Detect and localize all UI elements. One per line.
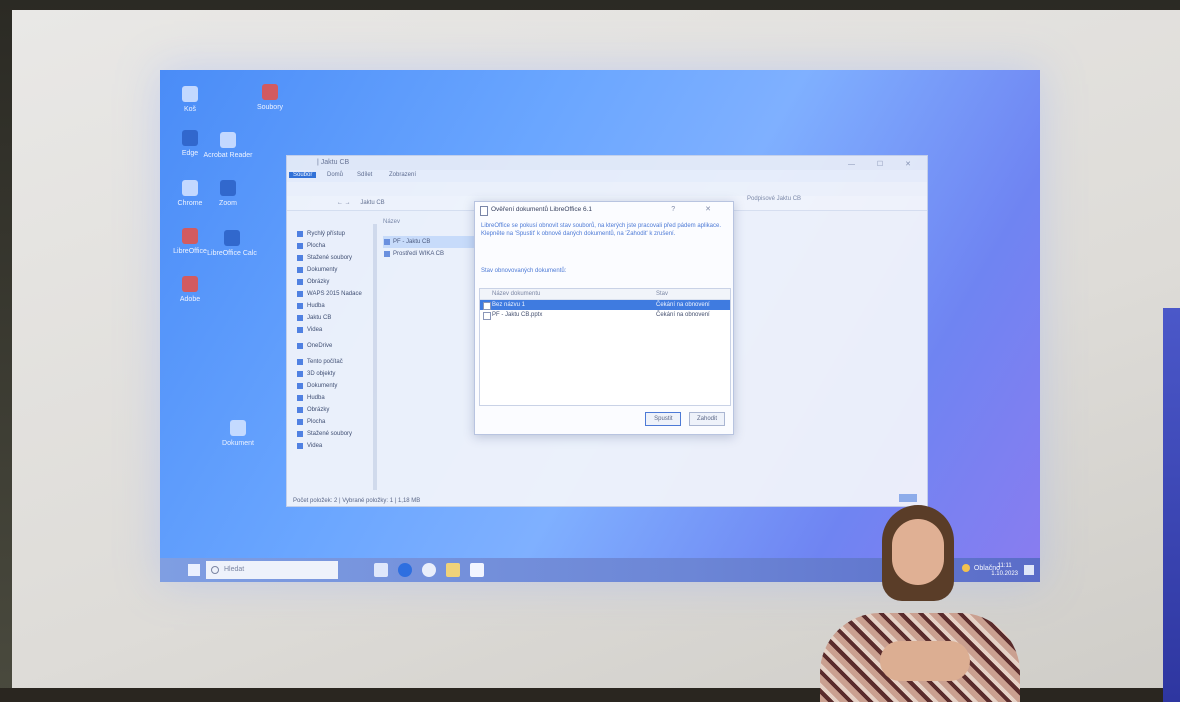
nav-item[interactable]: Videa [295, 440, 371, 452]
document-file-icon [384, 251, 390, 257]
document-icon [297, 267, 303, 273]
tab-domu[interactable]: Domů [323, 172, 347, 178]
recycle-bin-icon[interactable]: Koš [162, 86, 218, 114]
file-explorer-icon[interactable] [446, 563, 460, 577]
recovery-table: Název dokumentu Stav Bez názvu 1 Čekání … [479, 288, 731, 406]
dialog-titlebar[interactable]: Ověření dokumentů LibreOffice 6.1 ? ✕ [475, 202, 733, 218]
search-icon [211, 566, 219, 574]
pdf-icon[interactable]: Acrobat Reader [200, 132, 256, 160]
dialog-section-label: Stav obnovovaných dokumentů: [481, 268, 567, 274]
tab-soubor[interactable]: Soubor [289, 172, 317, 178]
status-bar: Počet položek: 2 | Vybrané položky: 1 | … [293, 498, 421, 504]
calc-icon[interactable]: LibreOffice Calc [204, 230, 260, 258]
explorer-titlebar[interactable]: | Jaktu CB — ☐ ✕ [287, 156, 927, 170]
windows-start-icon[interactable] [188, 564, 200, 576]
video-icon [297, 327, 303, 333]
preview-label: Podpisové Jaktu CB [747, 196, 802, 202]
nav-item[interactable]: Obrázky [295, 404, 371, 416]
document-icon [297, 383, 303, 389]
start-button[interactable]: Spustit [645, 412, 682, 426]
table-header: Název dokumentu Stav [480, 289, 730, 300]
notification-icon[interactable] [1024, 565, 1034, 575]
nav-item[interactable]: Stažené soubory [295, 252, 371, 264]
nav-item[interactable]: Hudba [295, 392, 371, 404]
navigation-pane: Rychlý přístup Plocha Stažené soubory Do… [295, 228, 371, 490]
cube-icon [297, 371, 303, 377]
nav-item[interactable]: Dokumenty [295, 380, 371, 392]
pictures-icon [297, 407, 303, 413]
desktop-icon [297, 243, 303, 249]
row-checkbox[interactable] [483, 302, 491, 310]
music-icon [297, 303, 303, 309]
nav-item[interactable]: Stažené soubory [295, 428, 371, 440]
presenter-face [892, 519, 944, 585]
zoom-icon[interactable]: Zoom [200, 180, 256, 208]
nav-item[interactable]: Plocha [295, 416, 371, 428]
dialog-close-button[interactable]: ? ✕ [671, 202, 725, 218]
dialog-buttons: Spustit Zahodit [639, 412, 725, 426]
pictures-icon [297, 279, 303, 285]
view-toggle-buttons[interactable] [899, 494, 917, 502]
table-row[interactable]: PF - Jaktu CB.pptx Čekání na obnovení [480, 310, 730, 320]
table-row[interactable]: Bez názvu 1 Čekání na obnovení [480, 300, 730, 310]
libreoffice-taskbar-icon[interactable] [470, 563, 484, 577]
chrome-icon[interactable] [422, 563, 436, 577]
computer-icon [297, 359, 303, 365]
download-icon [297, 431, 303, 437]
nav-item[interactable]: Plocha [295, 240, 371, 252]
tab-zobrazeni[interactable]: Zobrazení [385, 172, 420, 178]
taskbar-search-input[interactable]: Hledat [206, 561, 338, 579]
nav-item[interactable]: Hudba [295, 300, 371, 312]
tab-sdilet[interactable]: Sdílet [353, 172, 376, 178]
nav-item[interactable]: Obrázky [295, 276, 371, 288]
download-icon [297, 255, 303, 261]
folder-icon[interactable]: Soubory [242, 84, 298, 112]
document-recovery-dialog[interactable]: Ověření dokumentů LibreOffice 6.1 ? ✕ Li… [474, 201, 734, 435]
dialog-title: Ověření dokumentů LibreOffice 6.1 [491, 206, 593, 213]
edge-icon[interactable] [398, 563, 412, 577]
music-icon [297, 395, 303, 401]
nav-scrollbar[interactable] [373, 224, 377, 490]
presentation-file-icon [384, 239, 390, 245]
nav-item[interactable]: Tento počítač [295, 356, 371, 368]
nav-item[interactable]: OneDrive [295, 340, 371, 352]
banner-stand [1163, 308, 1180, 702]
address-path: Jaktu CB [360, 200, 385, 206]
task-view-icon[interactable] [374, 563, 388, 577]
nav-item[interactable]: 3D objekty [295, 368, 371, 380]
folder-icon [297, 291, 303, 297]
star-icon [297, 231, 303, 237]
nav-item[interactable]: Dokumenty [295, 264, 371, 276]
adobe-icon[interactable]: Adobe [162, 276, 218, 304]
explorer-ribbon: Soubor Domů Sdílet Zobrazení [287, 170, 927, 182]
cloud-icon [297, 343, 303, 349]
folder-icon [297, 315, 303, 321]
presenter-hands [880, 641, 970, 681]
nav-item[interactable]: Jaktu CB [295, 312, 371, 324]
explorer-title: | Jaktu CB [317, 159, 350, 166]
nav-item[interactable]: Videa [295, 324, 371, 336]
row-checkbox[interactable] [483, 312, 491, 320]
back-arrow-icon[interactable]: ← → [337, 200, 351, 206]
nav-item[interactable]: Rychlý přístup [295, 228, 371, 240]
dialog-description: LibreOffice se pokusí obnovit stav soubo… [481, 223, 722, 237]
nav-item[interactable]: WAPS 2015 Nadace [295, 288, 371, 300]
presenter-person [820, 505, 1020, 702]
video-icon [297, 443, 303, 449]
document-icon[interactable]: Dokument [210, 420, 266, 448]
desktop-icon [297, 419, 303, 425]
document-icon [480, 206, 488, 216]
discard-button[interactable]: Zahodit [689, 412, 725, 426]
